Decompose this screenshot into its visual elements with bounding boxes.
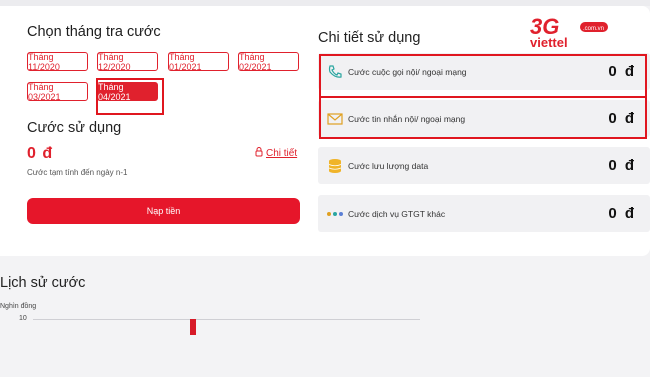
month-chip-12-2020[interactable]: Tháng 12/2020: [97, 52, 158, 72]
database-icon: [326, 157, 344, 175]
lock-icon: [255, 147, 263, 160]
details-title: Chi tiết sử dụng: [318, 30, 421, 46]
history-title: Lịch sử cước: [0, 275, 86, 291]
detail-row-label: Cước dịch vụ GTGT khác: [348, 208, 446, 219]
chart-y-tick: 10: [19, 315, 27, 322]
usage-title: Cước sử dụng: [27, 120, 122, 136]
usage-note: Cước tạm tính đến ngày n-1: [27, 168, 128, 177]
month-chip-11-2020[interactable]: Tháng 11/2020: [27, 52, 88, 72]
detail-highlight-divider: [321, 96, 645, 98]
selected-month-highlight: [96, 78, 164, 115]
month-section-title: Chọn tháng tra cước: [27, 24, 161, 40]
viettel-3g-logo: 3G viettel .com.vn: [528, 14, 612, 50]
top-up-button[interactable]: Nạp tiền: [27, 198, 300, 224]
detail-row-amount: 0 đ: [608, 157, 636, 174]
detail-row-data[interactable]: Cước lưu lượng data 0 đ: [318, 147, 650, 184]
usage-amount: 0 đ: [27, 145, 54, 162]
detail-row-vas[interactable]: Cước dịch vụ GTGT khác 0 đ: [318, 195, 650, 232]
chart-gridline: [33, 319, 420, 320]
dots-icon: [326, 205, 344, 223]
month-chip-01-2021[interactable]: Tháng 01/2021: [168, 52, 229, 72]
detail-link-label: Chi tiết: [266, 148, 298, 159]
chart-bar[interactable]: [190, 319, 196, 335]
svg-text:.com.vn: .com.vn: [583, 26, 604, 32]
detail-link[interactable]: Chi tiết: [255, 147, 297, 160]
detail-row-label: Cước lưu lượng data: [348, 160, 429, 171]
month-section: Chọn tháng tra cước Tháng 11/2020 Tháng …: [27, 24, 300, 102]
month-chip-03-2021[interactable]: Tháng 03/2021: [27, 82, 88, 102]
detail-row-amount: 0 đ: [608, 205, 636, 222]
svg-text:viettel: viettel: [530, 35, 568, 50]
chart-unit-label: Nghìn đồng: [0, 303, 37, 310]
month-chip-02-2021[interactable]: Tháng 02/2021: [238, 52, 299, 72]
